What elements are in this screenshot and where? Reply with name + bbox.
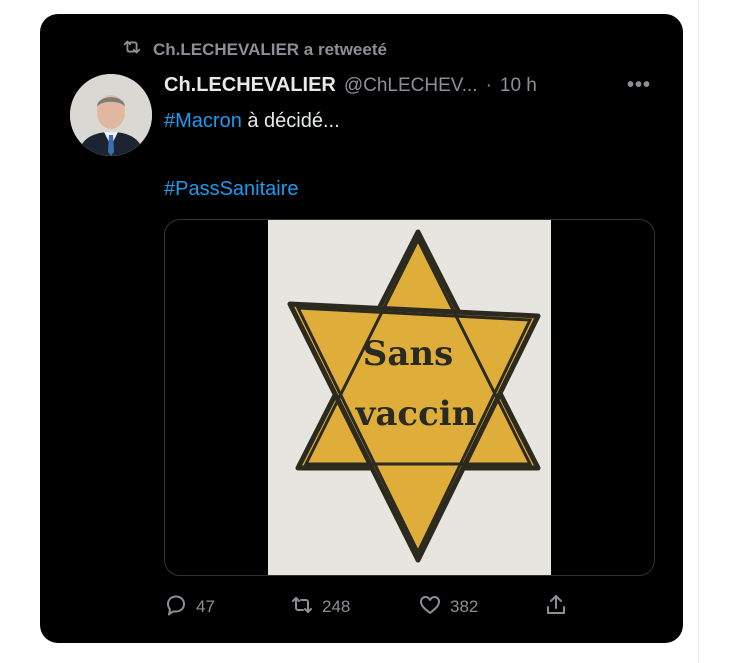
retweet-banner: Ch.LECHEVALIER a retweeté [120,36,387,63]
tweet-timestamp[interactable]: 10 h [500,75,537,97]
star-text-line-1: Sans [363,334,453,374]
hashtag-passsanitaire[interactable]: #PassSanitaire [164,178,299,200]
page-divider [698,0,699,663]
heart-icon [418,593,442,622]
star-text-line-2: vaccin [355,394,477,434]
retweet-icon [290,593,314,622]
retweet-count: 248 [322,597,351,616]
hashtag-macron[interactable]: #Macron [164,110,242,132]
tweet-card[interactable]: Ch.LECHEVALIER a retweeté Ch.LECHEVALIER… [40,14,683,643]
tweet-text: à décidé... [241,110,340,132]
reply-count: 47 [196,597,215,616]
share-button[interactable] [544,593,568,622]
media-photo[interactable]: Sans vaccin [268,220,551,575]
author-name[interactable]: Ch.LECHEVALIER [164,74,336,97]
retweet-banner-text[interactable]: Ch.LECHEVALIER a retweeté [153,40,387,60]
retweet-button[interactable]: 248 [290,593,350,622]
like-count: 382 [450,597,479,616]
separator-dot: · [485,75,492,96]
retweet-icon [120,36,144,63]
tweet-text-line-1: #Macron à décidé... [164,110,340,133]
tweet-header: Ch.LECHEVALIER @ChLECHEV... · 10 h [164,74,664,104]
more-options-icon[interactable]: ••• [627,74,651,97]
avatar[interactable] [70,74,152,156]
reply-icon [164,593,188,622]
author-handle[interactable]: @ChLECHEV... [344,75,478,97]
tweet-text-line-2: #PassSanitaire [164,178,299,201]
share-icon [544,593,568,622]
reply-button[interactable]: 47 [164,593,215,622]
tweet-media[interactable]: Sans vaccin [164,219,655,576]
tweet-actions: 47 248 382 [164,594,584,620]
like-button[interactable]: 382 [418,593,478,622]
